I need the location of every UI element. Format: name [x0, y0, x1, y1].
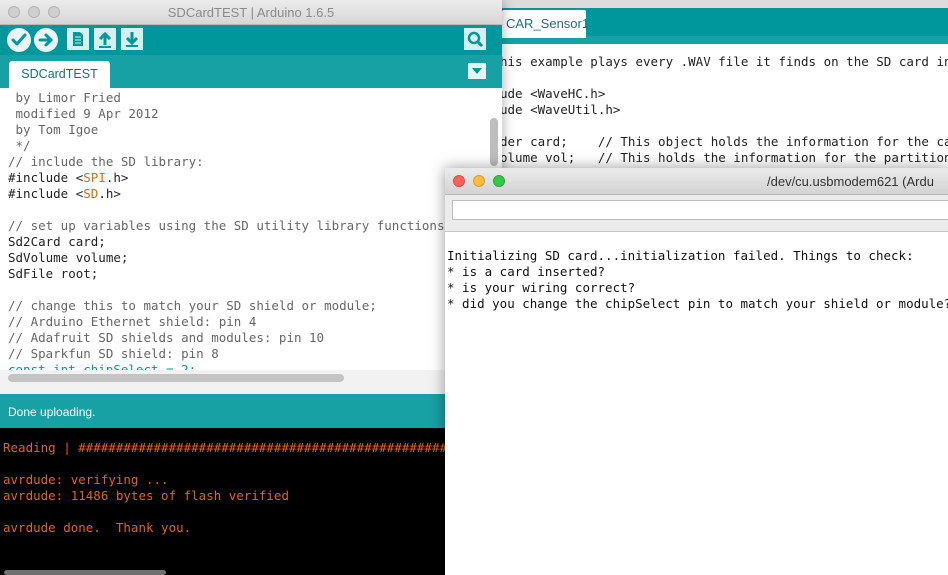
- status-bar: Done uploading.: [0, 394, 502, 428]
- code-line: ude <WaveHC.h>: [500, 86, 606, 101]
- code-line: Sd2Card card;: [8, 234, 106, 249]
- tab-car-sensor1[interactable]: CAR_Sensor1: [502, 10, 589, 38]
- arrow-right-icon: [38, 33, 53, 47]
- console-line: avrdude: 11486 bytes of flash verified: [3, 488, 289, 503]
- console-line: avrdude done. Thank you.: [3, 520, 192, 535]
- code-line: SdFile root;: [8, 266, 99, 281]
- code-line: modified 9 Apr 2012: [8, 106, 159, 121]
- tab-sdcardtest[interactable]: SDCardTEST: [9, 61, 110, 88]
- document-icon: [73, 32, 83, 46]
- code-editor[interactable]: by Limor Fried modified 9 Apr 2012 by To…: [0, 88, 502, 370]
- serial-monitor-button[interactable]: [464, 28, 486, 50]
- serial-output-line: * did you change the chipSelect pin to m…: [447, 296, 948, 311]
- serial-window-title: /dev/cu.usbmodem621 (Ardu: [767, 174, 934, 189]
- serial-input-row: [445, 195, 948, 232]
- code-line: by Tom Igoe: [8, 122, 99, 137]
- save-sketch-button[interactable]: [121, 28, 143, 50]
- code-line: his example plays every .WAV file it fin…: [500, 54, 948, 69]
- serial-output-line: * is your wiring correct?: [447, 280, 636, 295]
- magnifier-icon: [467, 31, 484, 48]
- upload-button[interactable]: [34, 28, 58, 52]
- code-line: // Arduino Ethernet shield: pin 4: [8, 314, 257, 329]
- serial-output-line: * is a card inserted?: [447, 264, 606, 279]
- toolbar: [0, 25, 502, 55]
- code-line: SdVolume volume;: [8, 250, 129, 265]
- code-line: // Adafruit SD shields and modules: pin …: [8, 330, 325, 345]
- serial-titlebar: /dev/cu.usbmodem621 (Ardu: [445, 168, 948, 195]
- console-line: Reading | ##############################…: [3, 440, 470, 455]
- code-line: // include the SD library:: [8, 154, 204, 169]
- code-line: ude <WaveUtil.h>: [500, 102, 621, 117]
- tab-strip: SDCardTEST: [0, 55, 502, 88]
- status-message: Done uploading.: [8, 405, 96, 419]
- arduino-main-window: SDCardTEST | Arduino 1.6.5 SDCardTEST by…: [0, 0, 502, 575]
- console-output[interactable]: Reading | ##############################…: [0, 428, 502, 575]
- serial-send-input[interactable]: [452, 200, 948, 220]
- close-window-button[interactable]: [453, 175, 465, 187]
- open-sketch-button[interactable]: [94, 28, 116, 50]
- code-line: */: [8, 138, 31, 153]
- verify-button[interactable]: [7, 28, 31, 52]
- zoom-window-button[interactable]: [493, 175, 505, 187]
- serial-output-line: Initializing SD card...initialization fa…: [447, 248, 914, 263]
- code-line: by Limor Fried: [8, 90, 121, 105]
- console-line: avrdude: verifying ...: [3, 472, 169, 487]
- minimize-window-button[interactable]: [473, 175, 485, 187]
- code-line: const int chipSelect = 2;: [8, 362, 197, 370]
- chevron-down-icon: [472, 68, 482, 74]
- code-line: // change this to match your SD shield o…: [8, 298, 377, 313]
- window-titlebar: SDCardTEST | Arduino 1.6.5: [0, 0, 502, 25]
- code-line: olume vol; // This holds the information…: [500, 150, 948, 165]
- code-line: #include <SD.h>: [8, 186, 121, 201]
- code-line: der card; // This object holds the infor…: [500, 134, 948, 149]
- check-icon: [11, 33, 27, 46]
- arrow-up-icon: [98, 31, 112, 48]
- code-line: // Sparkfun SD shield: pin 8: [8, 346, 219, 361]
- serial-monitor-window: /dev/cu.usbmodem621 (Ardu Initializing S…: [445, 168, 948, 575]
- arrow-down-icon: [125, 32, 139, 47]
- code-line: // set up variables using the SD utility…: [8, 218, 453, 233]
- code-line: #include <SPI.h>: [8, 170, 129, 185]
- editor-vertical-scrollbar[interactable]: [490, 118, 498, 166]
- editor-horizontal-scrollbar[interactable]: [8, 374, 344, 382]
- tab-menu-button[interactable]: [468, 63, 486, 79]
- window-title: SDCardTEST | Arduino 1.6.5: [167, 5, 335, 20]
- background-titlebar: [486, 0, 948, 8]
- console-horizontal-scrollbar[interactable]: [4, 570, 166, 575]
- new-sketch-button[interactable]: [67, 28, 89, 50]
